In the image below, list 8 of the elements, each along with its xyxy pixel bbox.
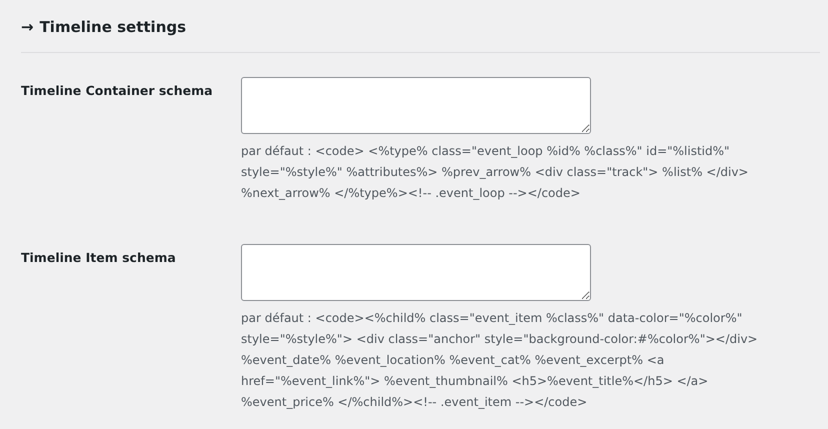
field-label: Timeline Item schema <box>21 249 177 267</box>
section-title: Timeline settings <box>40 18 186 36</box>
field-description: par défaut : <code> <%type% class="event_loop %id% %class%" id="%listid%" style="%style%" %attributes%> %prev_arrow% <div class="track"> %list% </div> %next_arrow% </%type%><!-- .event_loop --></code> <box>241 143 750 202</box>
arrow-icon: → <box>21 18 34 36</box>
schema-textarea[interactable] <box>241 244 591 301</box>
field-label: Timeline Container schema <box>21 82 214 100</box>
schema-textarea[interactable] <box>241 77 591 134</box>
field-description: par défaut : <code><%child% class="event_item %class%" data-color="%color%" style="%style%"> <div class="anchor" style="background-color:#%color%"></div> %event_date% %event_location% %event_cat% %event_excerpt% <a href="%event_link%"> %event_thumbnail% <h5>%event_title%</h5> </a> %event_price% </%child%><!-- .event_item --></code> <box>241 310 759 411</box>
